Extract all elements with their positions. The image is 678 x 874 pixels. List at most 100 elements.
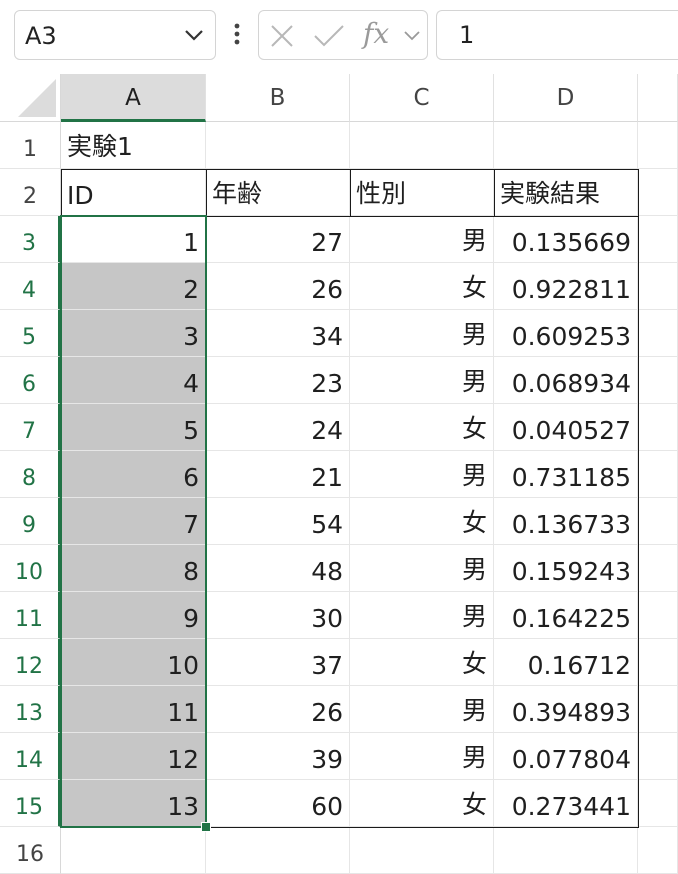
cell-a1[interactable]: 実験1	[61, 122, 206, 169]
cell-c5[interactable]: 男	[350, 310, 494, 357]
cell-c2[interactable]: 性別	[350, 169, 494, 216]
cell-d7[interactable]: 0.040527	[494, 404, 638, 451]
row-header-6[interactable]: 6	[0, 357, 61, 404]
cell-overflow[interactable]	[638, 498, 678, 545]
cell-d1[interactable]	[494, 122, 638, 169]
column-header-c[interactable]: C	[350, 74, 494, 122]
cell-a15[interactable]: 13	[61, 780, 206, 827]
cell-a13[interactable]: 11	[61, 686, 206, 733]
cell-c8[interactable]: 男	[350, 451, 494, 498]
cell-overflow[interactable]	[638, 404, 678, 451]
row-header-15[interactable]: 15	[0, 780, 61, 827]
row-header-16[interactable]: 16	[0, 827, 61, 874]
cell-d4[interactable]: 0.922811	[494, 263, 638, 310]
fill-handle[interactable]	[201, 822, 211, 832]
cell-a14[interactable]: 12	[61, 733, 206, 780]
cell-c10[interactable]: 男	[350, 545, 494, 592]
cell-c9[interactable]: 女	[350, 498, 494, 545]
cell-b10[interactable]: 48	[206, 545, 350, 592]
cell-a7[interactable]: 5	[61, 404, 206, 451]
row-header-12[interactable]: 12	[0, 639, 61, 686]
cell-b5[interactable]: 34	[206, 310, 350, 357]
chevron-down-icon[interactable]	[403, 27, 421, 45]
cell-a2[interactable]: ID	[61, 169, 206, 216]
cell-a12[interactable]: 10	[61, 639, 206, 686]
cell-b7[interactable]: 24	[206, 404, 350, 451]
cell-b2[interactable]: 年齢	[206, 169, 350, 216]
cell-a6[interactable]: 4	[61, 357, 206, 404]
column-header-d[interactable]: D	[494, 74, 638, 122]
cell-b14[interactable]: 39	[206, 733, 350, 780]
cell-c16[interactable]	[350, 827, 494, 874]
cell-b9[interactable]: 54	[206, 498, 350, 545]
cell-b13[interactable]: 26	[206, 686, 350, 733]
checkmark-icon[interactable]	[313, 23, 345, 49]
cell-a9[interactable]: 7	[61, 498, 206, 545]
cell-b6[interactable]: 23	[206, 357, 350, 404]
cell-d9[interactable]: 0.136733	[494, 498, 638, 545]
cell-d15[interactable]: 0.273441	[494, 780, 638, 827]
cell-overflow[interactable]	[638, 357, 678, 404]
formula-input[interactable]: 1	[436, 10, 678, 60]
cell-c12[interactable]: 女	[350, 639, 494, 686]
cell-d16[interactable]	[494, 827, 638, 874]
cell-d13[interactable]: 0.394893	[494, 686, 638, 733]
cell-overflow[interactable]	[638, 545, 678, 592]
cell-overflow[interactable]	[638, 451, 678, 498]
cell-d12[interactable]: 0.16712	[494, 639, 638, 686]
cell-a5[interactable]: 3	[61, 310, 206, 357]
cell-d5[interactable]: 0.609253	[494, 310, 638, 357]
cell-b15[interactable]: 60	[206, 780, 350, 827]
cell-c6[interactable]: 男	[350, 357, 494, 404]
cell-d8[interactable]: 0.731185	[494, 451, 638, 498]
cell-overflow[interactable]	[638, 686, 678, 733]
row-header-9[interactable]: 9	[0, 498, 61, 545]
cell-d6[interactable]: 0.068934	[494, 357, 638, 404]
cell-a3[interactable]: 1	[61, 216, 206, 263]
select-all-button[interactable]	[0, 74, 61, 122]
cell-c15[interactable]: 女	[350, 780, 494, 827]
cell-a4[interactable]: 2	[61, 263, 206, 310]
cell-overflow[interactable]	[638, 310, 678, 357]
cell-overflow[interactable]	[638, 827, 678, 874]
cell-b4[interactable]: 26	[206, 263, 350, 310]
cell-d2[interactable]: 実験結果	[494, 169, 638, 216]
cell-b12[interactable]: 37	[206, 639, 350, 686]
cell-d10[interactable]: 0.159243	[494, 545, 638, 592]
cell-b1[interactable]	[206, 122, 350, 169]
row-header-7[interactable]: 7	[0, 404, 61, 451]
cell-a11[interactable]: 9	[61, 592, 206, 639]
row-header-14[interactable]: 14	[0, 733, 61, 780]
more-options-icon[interactable]	[230, 16, 244, 52]
cell-c3[interactable]: 男	[350, 216, 494, 263]
column-header-b[interactable]: B	[206, 74, 350, 122]
row-header-3[interactable]: 3	[0, 216, 61, 263]
row-header-5[interactable]: 5	[0, 310, 61, 357]
row-header-13[interactable]: 13	[0, 686, 61, 733]
column-header-a[interactable]: A	[61, 74, 206, 122]
cell-b3[interactable]: 27	[206, 216, 350, 263]
row-header-4[interactable]: 4	[0, 263, 61, 310]
cell-overflow[interactable]	[638, 122, 678, 169]
cell-c1[interactable]	[350, 122, 494, 169]
chevron-down-icon[interactable]	[183, 24, 205, 46]
name-box[interactable]: A3	[14, 10, 216, 60]
cell-overflow[interactable]	[638, 169, 678, 216]
cell-c4[interactable]: 女	[350, 263, 494, 310]
row-header-11[interactable]: 11	[0, 592, 61, 639]
cell-overflow[interactable]	[638, 733, 678, 780]
cell-a16[interactable]	[61, 827, 206, 874]
cell-b16[interactable]	[206, 827, 350, 874]
cell-c14[interactable]: 男	[350, 733, 494, 780]
cell-overflow[interactable]	[638, 592, 678, 639]
row-header-8[interactable]: 8	[0, 451, 61, 498]
cancel-icon[interactable]	[269, 23, 295, 49]
cell-b11[interactable]: 30	[206, 592, 350, 639]
cell-overflow[interactable]	[638, 780, 678, 827]
cell-a8[interactable]: 6	[61, 451, 206, 498]
row-header-2[interactable]: 2	[0, 169, 61, 216]
cell-c7[interactable]: 女	[350, 404, 494, 451]
cell-a10[interactable]: 8	[61, 545, 206, 592]
row-header-1[interactable]: 1	[0, 122, 61, 169]
cell-overflow[interactable]	[638, 216, 678, 263]
